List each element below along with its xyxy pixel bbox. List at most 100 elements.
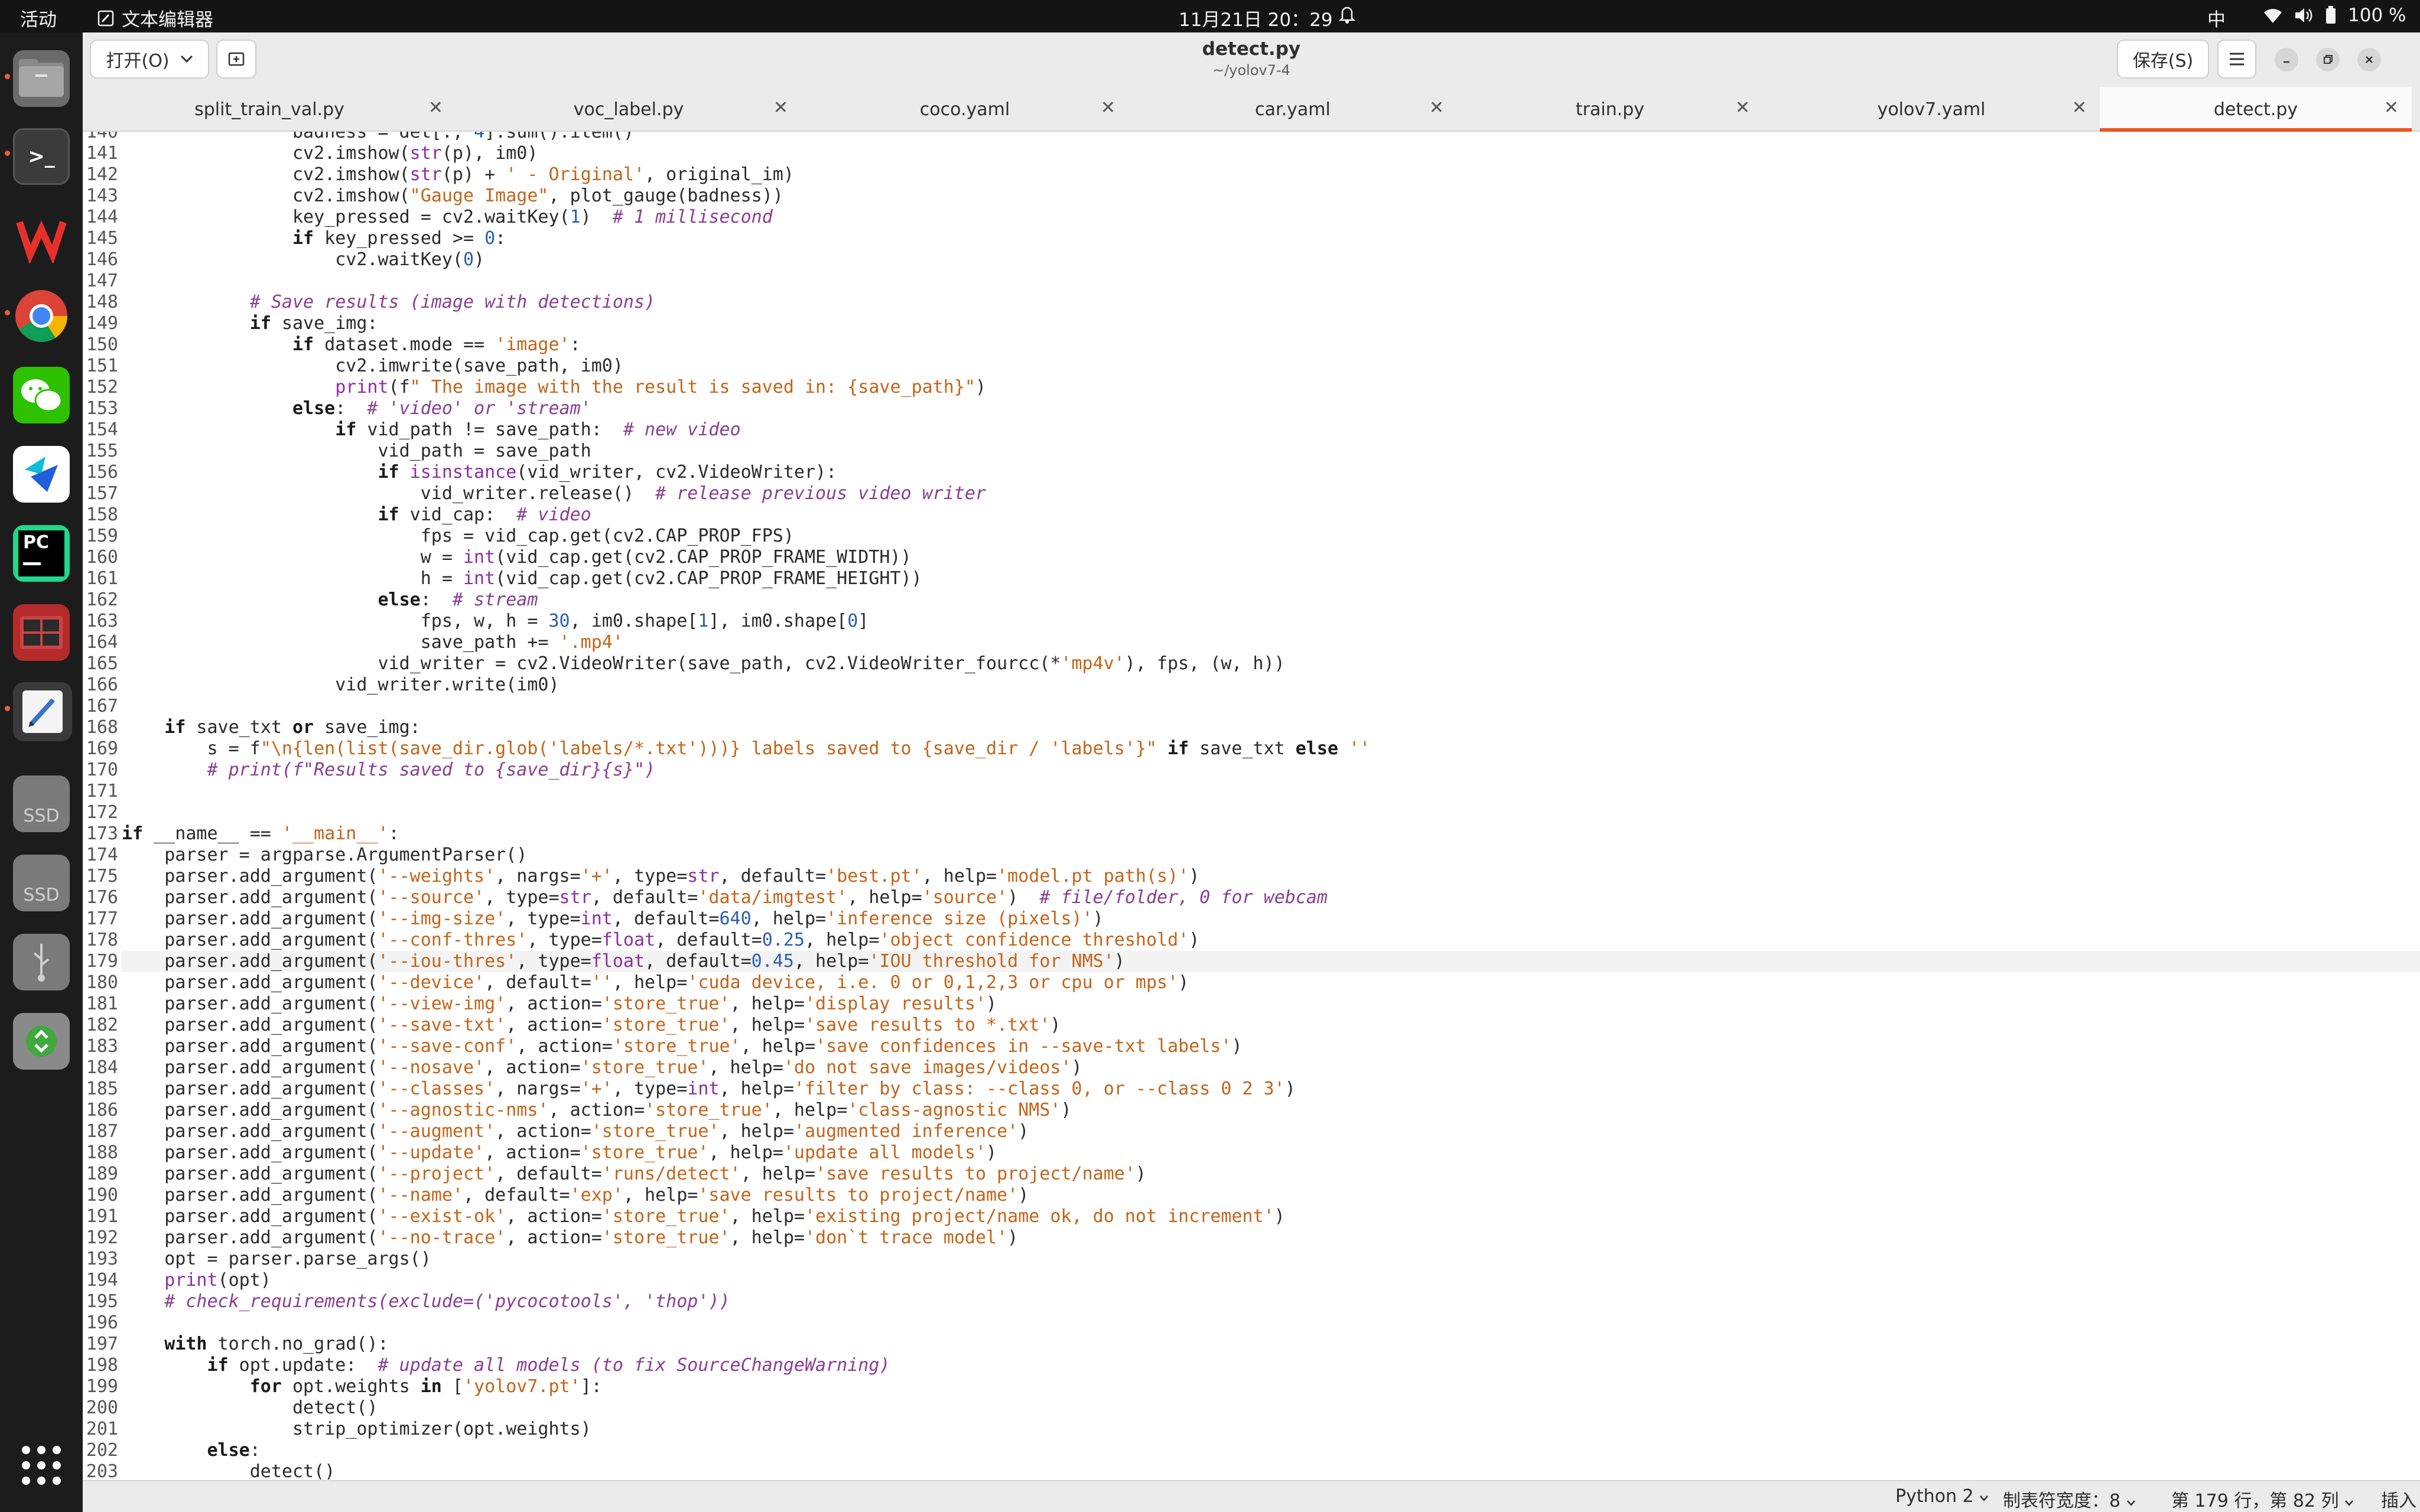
code-line[interactable]: opt = parser.parse_args(): [122, 1249, 431, 1270]
code-line[interactable]: if dataset.mode == 'image':: [122, 334, 581, 356]
code-line[interactable]: parser.add_argument('--update', action='…: [122, 1142, 997, 1164]
code-line[interactable]: key_pressed = cv2.waitKey(1) # 1 millise…: [122, 207, 773, 228]
code-line[interactable]: parser.add_argument('--img-size', type=i…: [122, 908, 1103, 930]
code-line[interactable]: fps, w, h = 30, im0.shape[1], im0.shape[…: [122, 611, 869, 632]
close-window-button[interactable]: [2357, 48, 2381, 71]
remote-desktop-icon[interactable]: [13, 604, 70, 661]
code-line[interactable]: s = f"\n{len(list(save_dir.glob('labels/…: [122, 738, 1370, 760]
code-line[interactable]: parser.add_argument('--conf-thres', type…: [122, 930, 1199, 951]
usb-drive-icon[interactable]: [13, 934, 70, 990]
code-line[interactable]: parser = argparse.ArgumentParser(): [122, 845, 527, 866]
tab-detect-py[interactable]: detect.py ✕: [2100, 87, 2412, 132]
code-line[interactable]: detect(): [122, 1397, 378, 1419]
save-button[interactable]: 保存(S): [2117, 40, 2209, 79]
code-line[interactable]: parser.add_argument('--save-txt', action…: [122, 1015, 1061, 1036]
code-line[interactable]: w = int(vid_cap.get(cv2.CAP_PROP_FRAME_W…: [122, 547, 912, 568]
close-tab-icon[interactable]: ✕: [773, 97, 788, 118]
code-line[interactable]: parser.add_argument('--save-conf', actio…: [122, 1036, 1242, 1057]
minimize-button[interactable]: [2275, 48, 2298, 71]
code-line[interactable]: parser.add_argument('--iou-thres', type=…: [122, 951, 2420, 972]
code-line[interactable]: # Save results (image with detections): [122, 292, 655, 313]
code-line[interactable]: # print(f"Results saved to {save_dir}{s}…: [122, 760, 656, 781]
code-line[interactable]: parser.add_argument('--augment', action=…: [122, 1121, 1029, 1142]
code-line[interactable]: parser.add_argument('--source', type=str…: [122, 887, 1328, 908]
maximize-button[interactable]: [2316, 48, 2340, 71]
code-line[interactable]: if save_img:: [122, 313, 378, 334]
code-line[interactable]: vid_writer.write(im0): [122, 674, 559, 696]
code-line[interactable]: parser.add_argument('--nosave', action='…: [122, 1057, 1082, 1078]
code-line[interactable]: cv2.imwrite(save_path, im0): [122, 356, 623, 377]
open-button[interactable]: 打开(O): [90, 40, 209, 79]
app-grid-icon[interactable]: [20, 1444, 63, 1487]
code-line[interactable]: fps = vid_cap.get(cv2.CAP_PROP_FPS): [122, 526, 794, 547]
tab-voc-label[interactable]: voc_label.py ✕: [456, 87, 801, 132]
chrome-icon[interactable]: [13, 288, 70, 344]
code-line[interactable]: with torch.no_grad():: [122, 1334, 388, 1355]
tab-car-yaml[interactable]: car.yaml ✕: [1128, 87, 1457, 132]
code-line[interactable]: if opt.update: # update all models (to f…: [122, 1355, 890, 1376]
code-line[interactable]: # check_requirements(exclude=('pycocotoo…: [122, 1291, 730, 1312]
code-line[interactable]: else:: [122, 1440, 261, 1461]
code-line[interactable]: if save_txt or save_img:: [122, 717, 421, 738]
ssd-drive-icon[interactable]: SSD: [13, 855, 70, 911]
code-line[interactable]: parser.add_argument('--view-img', action…: [122, 993, 997, 1015]
ssd-drive-icon[interactable]: SSD: [13, 775, 70, 832]
code-line[interactable]: else: # 'video' or 'stream': [122, 398, 591, 419]
code-line[interactable]: if vid_cap: # video: [122, 504, 591, 526]
wechat-icon[interactable]: [13, 367, 70, 423]
code-line[interactable]: for opt.weights in ['yolov7.pt']:: [122, 1376, 602, 1397]
app-menu[interactable]: 文本编辑器: [97, 5, 213, 31]
main-menu-button[interactable]: [2217, 40, 2256, 79]
code-line[interactable]: print(opt): [122, 1270, 271, 1291]
code-line[interactable]: vid_writer.release() # release previous …: [122, 483, 986, 504]
code-line[interactable]: if isinstance(vid_writer, cv2.VideoWrite…: [122, 462, 837, 483]
code-editor[interactable]: 140 141 142 143 144 145 146 147 148 149 150 151 152 1…: [83, 132, 2420, 1480]
close-tab-icon[interactable]: ✕: [2072, 97, 2087, 118]
new-tab-button[interactable]: [216, 40, 256, 79]
close-tab-icon[interactable]: ✕: [2384, 97, 2399, 118]
tab-width-selector[interactable]: 制表符宽度：8: [2003, 1486, 2136, 1512]
code-line[interactable]: cv2.imshow(str(p) + ' - Original', origi…: [122, 164, 794, 185]
tab-split-train-val[interactable]: split_train_val.py ✕: [83, 87, 456, 132]
code-line[interactable]: detect(): [122, 1461, 336, 1480]
code-line[interactable]: print(f" The image with the result is sa…: [122, 377, 986, 398]
code-line[interactable]: parser.add_argument('--project', default…: [122, 1164, 1146, 1185]
cursor-position[interactable]: 第 179 行，第 82 列: [2171, 1486, 2354, 1512]
close-tab-icon[interactable]: ✕: [1429, 97, 1444, 118]
language-selector[interactable]: Python 2: [1895, 1486, 1989, 1507]
close-tab-icon[interactable]: ✕: [1101, 97, 1115, 118]
notification-bell-icon[interactable]: [1338, 4, 1356, 29]
code-line[interactable]: vid_writer = cv2.VideoWriter(save_path, …: [122, 653, 1284, 674]
terminal-icon[interactable]: >_: [13, 128, 70, 185]
activities-button[interactable]: 活动: [20, 5, 57, 31]
tab-coco-yaml[interactable]: coco.yaml ✕: [801, 87, 1128, 132]
code-line[interactable]: parser.add_argument('--device', default=…: [122, 972, 1189, 993]
code-line[interactable]: strip_optimizer(opt.weights): [122, 1419, 591, 1440]
code-line[interactable]: if vid_path != save_path: # new video: [122, 419, 740, 441]
system-tray[interactable]: 100 %: [2263, 5, 2406, 26]
code-line[interactable]: parser.add_argument('--agnostic-nms', ac…: [122, 1100, 1071, 1121]
code-line[interactable]: parser.add_argument('--weights', nargs='…: [122, 866, 1199, 887]
wps-office-icon[interactable]: [13, 208, 70, 265]
code-line[interactable]: cv2.imshow(str(p), im0): [122, 143, 538, 164]
close-tab-icon[interactable]: ✕: [1735, 97, 1750, 118]
code-line[interactable]: parser.add_argument('--name', default='e…: [122, 1185, 1029, 1206]
code-line[interactable]: parser.add_argument('--no-trace', action…: [122, 1227, 1018, 1249]
code-line[interactable]: cv2.imshow("Gauge Image", plot_gauge(bad…: [122, 185, 783, 207]
code-line[interactable]: if __name__ == '__main__':: [122, 823, 399, 845]
code-line[interactable]: vid_path = save_path: [122, 441, 591, 462]
tab-yolov7-yaml[interactable]: yolov7.yaml ✕: [1763, 87, 2100, 132]
code-line[interactable]: h = int(vid_cap.get(cv2.CAP_PROP_FRAME_H…: [122, 568, 922, 589]
input-method-indicator[interactable]: 中: [2207, 5, 2226, 31]
code-line[interactable]: parser.add_argument('--exist-ok', action…: [122, 1206, 1285, 1227]
text-editor-icon[interactable]: [13, 682, 72, 741]
code-line[interactable]: parser.add_argument('--classes', nargs='…: [122, 1078, 1296, 1100]
code-line[interactable]: badness = det[:, 4].sum().item(): [122, 132, 634, 143]
code-line[interactable]: cv2.waitKey(0): [122, 249, 484, 271]
tab-train-py[interactable]: train.py ✕: [1457, 87, 1763, 132]
clock[interactable]: 11月21日 20：29: [1179, 5, 1333, 31]
code-line[interactable]: if key_pressed >= 0:: [122, 228, 506, 249]
close-tab-icon[interactable]: ✕: [428, 97, 443, 118]
feishu-icon[interactable]: [13, 446, 70, 503]
code-line[interactable]: else: # stream: [122, 589, 538, 611]
